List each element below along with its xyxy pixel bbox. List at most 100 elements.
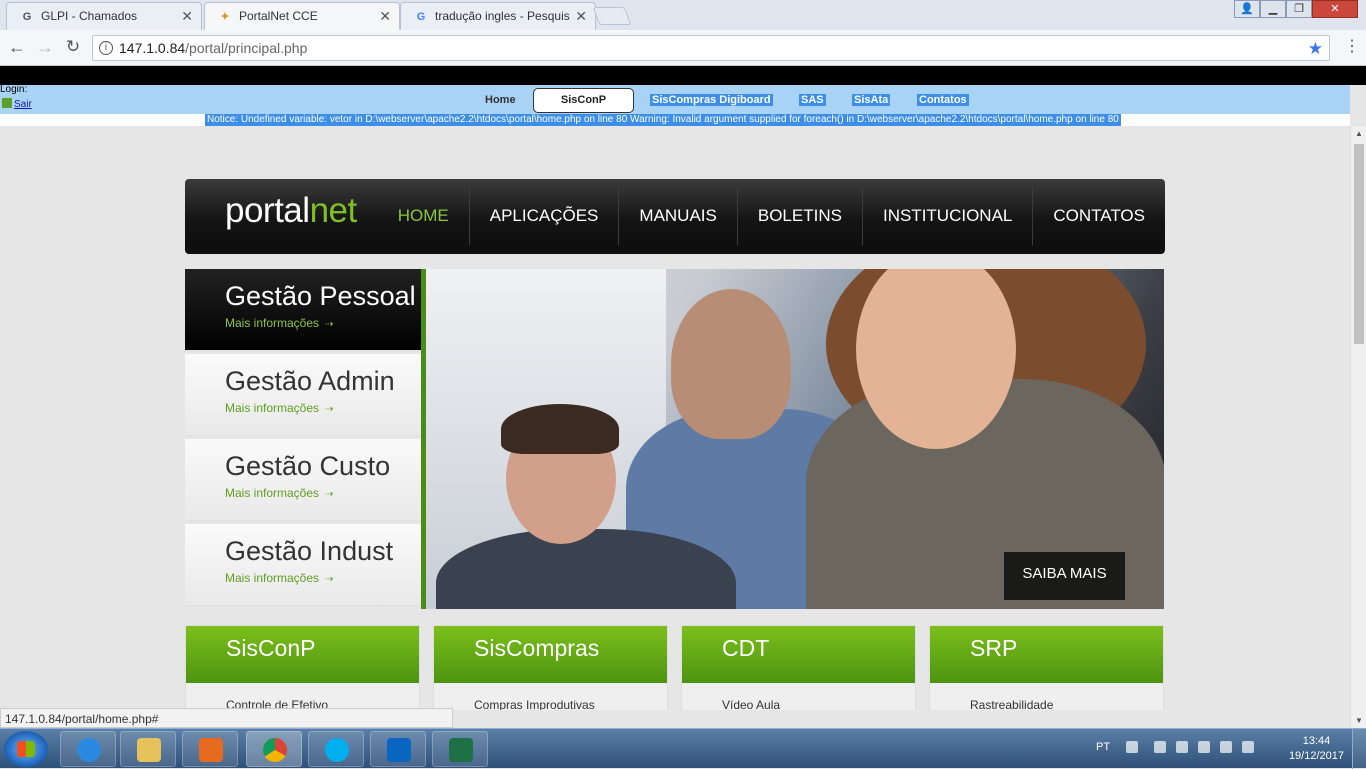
nav-home[interactable]: Home: [485, 94, 516, 106]
folder-glyph: [137, 738, 161, 762]
signal-icon[interactable]: [1220, 741, 1232, 753]
arrow-icon: ⇢: [325, 489, 334, 500]
nav-contatos[interactable]: Contatos: [917, 94, 969, 106]
gestao-list: Gestão Pessoal Mais informações ⇢ Gestão …: [185, 269, 450, 609]
forward-icon[interactable]: →: [34, 36, 56, 58]
card-siscompras: SisCompras Compras Improdutivas: [433, 625, 668, 710]
file-explorer-icon[interactable]: [120, 731, 176, 767]
arrow-icon: ⇢: [325, 574, 334, 585]
windows-taskbar: PT 13:44 19/12/2017: [0, 728, 1366, 769]
scrollbar-thumb[interactable]: [1354, 144, 1364, 344]
mais-informacoes-link[interactable]: Mais informações ⇢: [225, 401, 333, 415]
main-menu: HOME APLICAÇÕES MANUAIS BOLETINS INSTITU…: [378, 187, 1165, 245]
portalnet-icon: ✦: [220, 11, 230, 23]
new-tab-button[interactable]: [592, 7, 632, 25]
saiba-mais-button[interactable]: SAIBA MAIS: [1004, 552, 1125, 600]
url-path: /portal/principal.php: [185, 40, 308, 56]
keyboard-icon[interactable]: [1126, 741, 1138, 753]
list-item-gestao-admin[interactable]: Gestão Admin Mais informações ⇢: [185, 354, 421, 437]
browser-tab-strip: G GLPI - Chamados ✕ ✦ PortalNet CCE ✕ G …: [0, 0, 1366, 30]
card-link[interactable]: Compras Improdutivas: [474, 698, 595, 710]
menu-institucional[interactable]: INSTITUCIONAL: [861, 187, 1032, 245]
clock-date: 19/12/2017: [1288, 750, 1344, 762]
menu-manuais[interactable]: MANUAIS: [618, 187, 736, 245]
banner-person-shape: [671, 289, 791, 439]
list-item-title: Gestão Custo: [225, 451, 391, 481]
close-icon[interactable]: ✕: [181, 8, 193, 25]
battery-icon[interactable]: [1198, 741, 1210, 753]
menu-icon[interactable]: ⋮: [1344, 36, 1360, 56]
clock[interactable]: 13:44 19/12/2017: [1289, 734, 1344, 764]
outlook-icon[interactable]: [370, 731, 426, 767]
close-icon[interactable]: ✕: [575, 8, 587, 25]
address-bar: ← → ↻ i 147.1.0.84/portal/principal.php …: [0, 30, 1366, 66]
banner-person-shape: [501, 404, 619, 454]
mais-informacoes-link[interactable]: Mais informações ⇢: [225, 571, 333, 585]
language-indicator[interactable]: PT: [1096, 741, 1110, 753]
card-link[interactable]: Vídeo Aula: [722, 698, 780, 710]
url-input[interactable]: i 147.1.0.84/portal/principal.php ★: [92, 35, 1330, 61]
tab-portalnet[interactable]: ✦ PortalNet CCE ✕: [204, 2, 400, 30]
excel-icon[interactable]: [432, 731, 488, 767]
close-window-button[interactable]: ✕: [1312, 0, 1358, 18]
list-item-title: Gestão Indust: [225, 536, 394, 566]
list-item-gestao-indust[interactable]: Gestão Indust Mais informações ⇢: [185, 524, 421, 607]
list-item-title: Gestão Admin: [225, 366, 395, 396]
menu-aplicacoes[interactable]: APLICAÇÕES: [468, 187, 619, 245]
scroll-up-icon[interactable]: ▲: [1355, 129, 1363, 138]
nav-sisata[interactable]: SisAta: [852, 94, 891, 106]
media-player-icon[interactable]: [182, 731, 238, 767]
glpi-icon: G: [22, 11, 32, 23]
skype-icon[interactable]: [308, 731, 364, 767]
media-glyph: [199, 738, 223, 762]
scroll-down-icon[interactable]: ▼: [1355, 716, 1363, 725]
sair-label: Sair: [14, 99, 32, 110]
menu-contatos[interactable]: CONTATOS: [1032, 187, 1165, 245]
card-title[interactable]: SRP: [930, 626, 1163, 683]
php-notice: Notice: Undefined variable: vetor in D:\…: [0, 114, 1350, 126]
card-title[interactable]: SisCompras: [434, 626, 667, 683]
arrow-icon: ⇢: [325, 404, 334, 415]
excel-glyph: [449, 738, 473, 762]
mais-informacoes-link[interactable]: Mais informações ⇢: [225, 316, 333, 330]
menu-home[interactable]: HOME: [378, 187, 469, 245]
sair-link[interactable]: Sair: [2, 98, 32, 110]
mais-informacoes-link[interactable]: Mais informações ⇢: [225, 486, 333, 500]
ie-glyph: [77, 738, 101, 762]
flag-icon[interactable]: [1176, 741, 1188, 753]
card-cdt: CDT Vídeo Aula: [681, 625, 916, 710]
list-item-gestao-pessoal[interactable]: Gestão Pessoal Mais informações ⇢: [185, 269, 450, 354]
exit-icon: [2, 98, 12, 108]
menu-boletins[interactable]: BOLETINS: [736, 187, 862, 245]
info-icon[interactable]: i: [99, 41, 113, 55]
card-title[interactable]: CDT: [682, 626, 915, 683]
internet-explorer-icon[interactable]: [60, 731, 116, 767]
card-link[interactable]: Rastreabilidade: [970, 698, 1053, 710]
portalnet-logo[interactable]: portalnet: [225, 191, 357, 231]
user-icon[interactable]: 👤: [1234, 0, 1260, 18]
volume-icon[interactable]: [1242, 741, 1254, 753]
network-icon[interactable]: [1154, 741, 1166, 753]
google-icon: G: [416, 11, 426, 23]
restore-button[interactable]: ❐: [1286, 0, 1312, 18]
nav-siscompras-digiboard[interactable]: SisCompras Digiboard: [650, 94, 773, 106]
start-button[interactable]: [4, 731, 48, 767]
nav-sas[interactable]: SAS: [799, 94, 826, 106]
tab-google-search[interactable]: G tradução ingles - Pesquis ✕: [400, 2, 596, 30]
chrome-icon[interactable]: [246, 731, 302, 767]
page-scrollbar[interactable]: ▲ ▼: [1350, 126, 1366, 728]
tab-title: GLPI - Chamados: [41, 9, 138, 23]
minimize-button[interactable]: ▁: [1260, 0, 1286, 18]
show-desktop-button[interactable]: [1352, 729, 1366, 769]
back-icon[interactable]: ←: [6, 36, 28, 58]
tab-glpi[interactable]: G GLPI - Chamados ✕: [6, 2, 202, 30]
card-title[interactable]: SisConP: [186, 626, 419, 683]
card-sisconp: SisConP Controle de Efetivo: [185, 625, 420, 710]
list-item-gestao-custo[interactable]: Gestão Custo Mais informações ⇢: [185, 439, 421, 522]
bookmark-star-icon[interactable]: ★: [1308, 39, 1323, 59]
reload-icon[interactable]: ↻: [62, 36, 84, 58]
list-item-sub: Mais informações: [225, 316, 320, 330]
close-icon[interactable]: ✕: [379, 8, 391, 25]
page-content: Login: Sair Home SisConP SisCompras Digi…: [0, 85, 1350, 710]
nav-sisconp[interactable]: SisConP: [533, 88, 634, 113]
